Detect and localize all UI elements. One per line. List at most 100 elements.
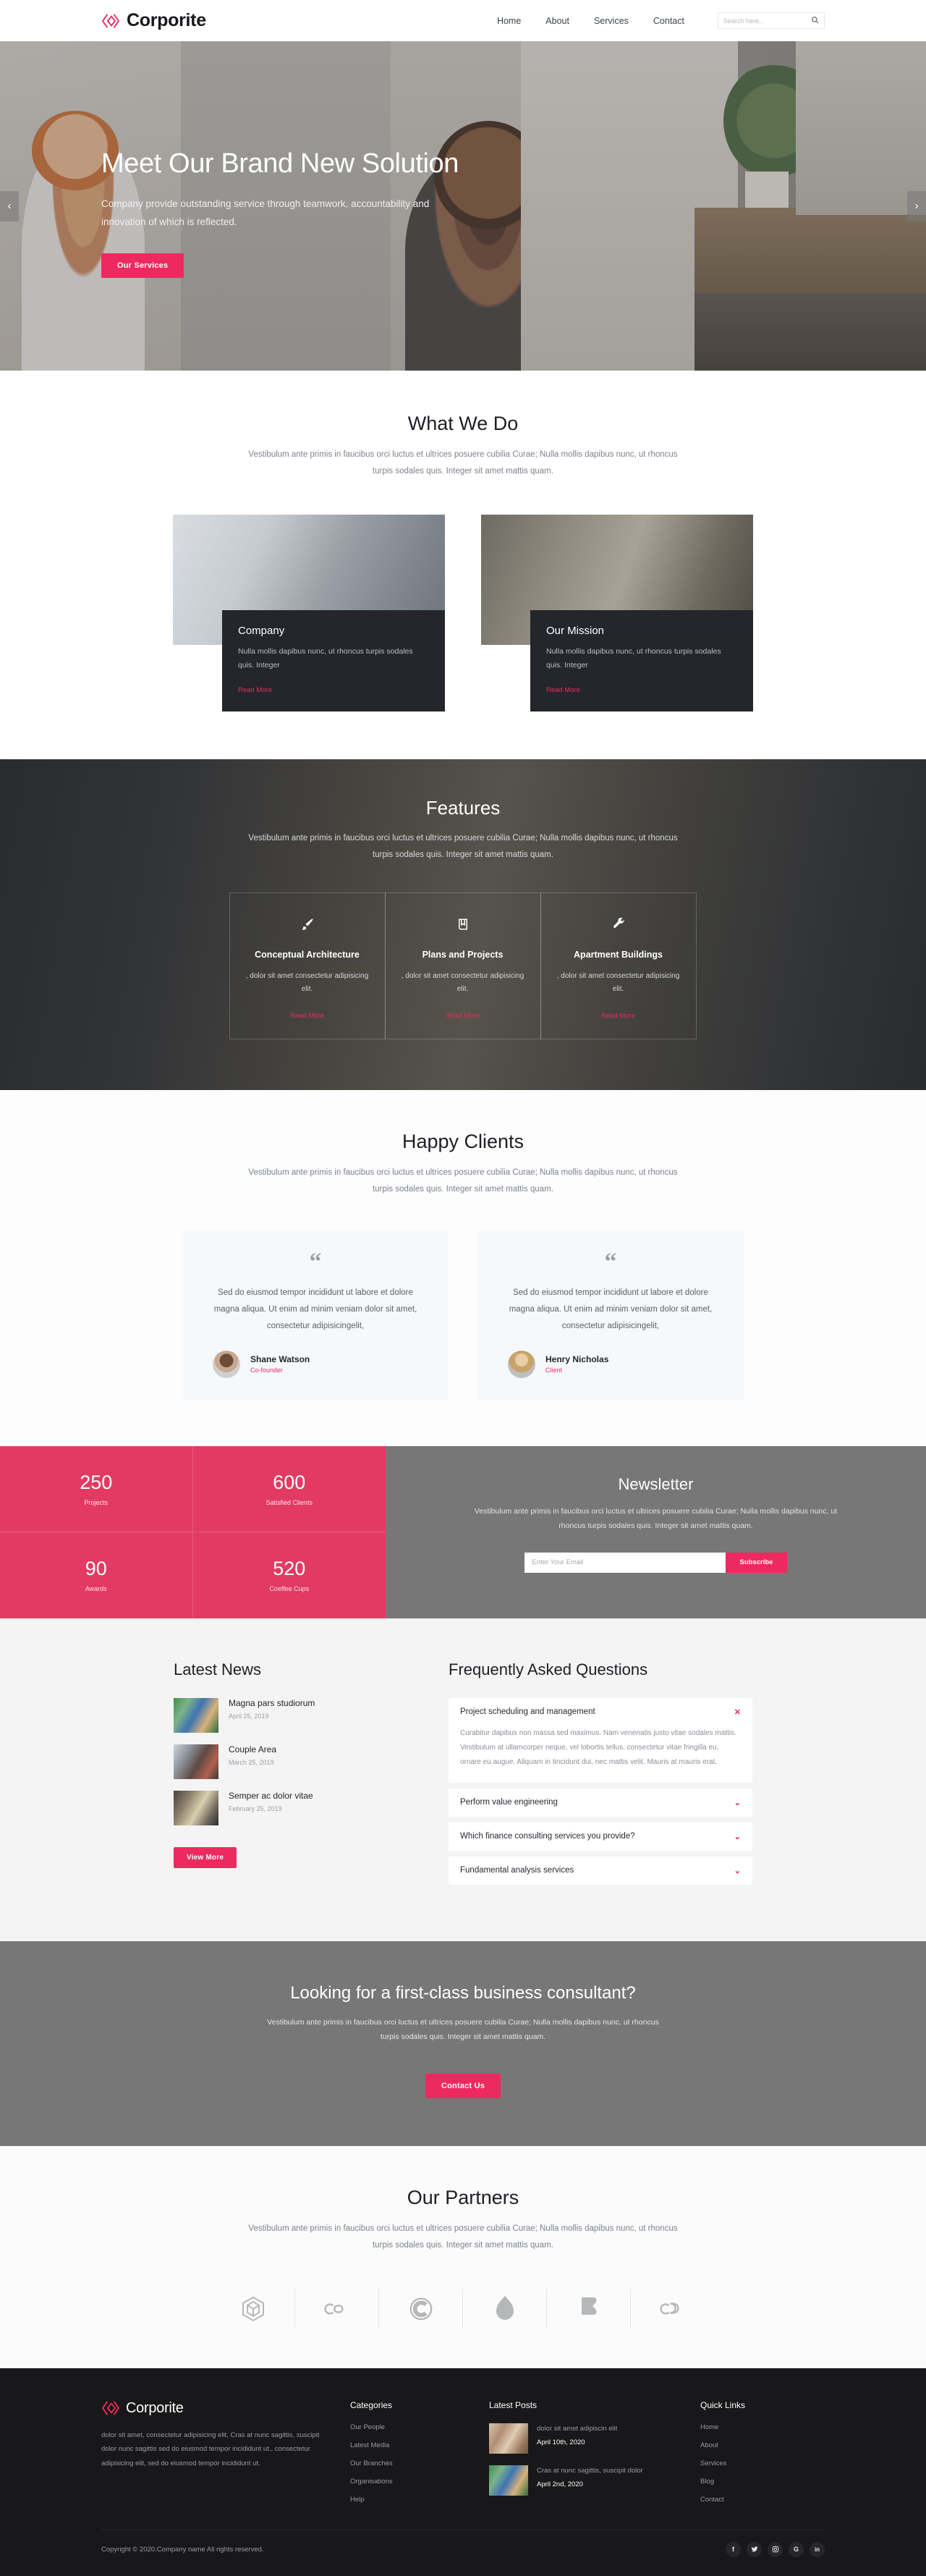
search-icon[interactable]	[811, 14, 819, 28]
list-item[interactable]: Cras at nunc sagittis, suscipit dolor Ap…	[489, 2465, 676, 2496]
joomla-logo-icon[interactable]	[547, 2288, 631, 2329]
feature-card[interactable]: Apartment Buildings , dolor sit amet con…	[540, 892, 697, 1039]
footer-link-about[interactable]: About	[700, 2441, 815, 2449]
quote-icon: “	[309, 1248, 322, 1275]
feature-card[interactable]: Plans and Projects , dolor sit amet cons…	[384, 892, 541, 1039]
faq-question-row[interactable]: Project scheduling and management ✕	[449, 1698, 752, 1726]
cta-section: Looking for a first-class business consu…	[0, 1941, 926, 2146]
news-thumbnail	[174, 1697, 218, 1733]
feature-title: Plans and Projects	[422, 949, 504, 960]
stat-label: Satisfied Clients	[266, 1498, 313, 1506]
footer-link-home[interactable]: Home	[700, 2423, 815, 2431]
drupal-droplet-logo-icon[interactable]	[463, 2288, 547, 2329]
footer-link-help[interactable]: Help	[350, 2496, 464, 2504]
what-we-do-card: Our Mission Nulla mollis dapibus nunc, u…	[481, 515, 753, 711]
faq-title: Frequently Asked Questions	[449, 1660, 648, 1678]
close-icon[interactable]: ✕	[734, 1707, 741, 1717]
features-title: Features	[425, 796, 501, 819]
faq-question: Perform value engineering	[460, 1798, 558, 1807]
what-we-do-subtitle: Vestibulum ante primis in faucibus orci …	[248, 450, 678, 476]
feature-read-more-link[interactable]: Read More	[290, 1012, 324, 1020]
linkedin-icon[interactable]: in	[810, 2541, 825, 2557]
brand-logo[interactable]: Corporite	[101, 10, 206, 31]
cta-title: Looking for a first-class business consu…	[290, 1982, 636, 2003]
stat-label: Awards	[85, 1585, 107, 1593]
facebook-icon[interactable]: f	[726, 2541, 741, 2557]
card-read-more-link[interactable]: Read More	[546, 686, 580, 694]
nav-item-services[interactable]: Services	[594, 16, 629, 26]
list-item[interactable]: Semper ac dolor vitae February 25, 2019	[174, 1790, 398, 1825]
instagram-icon[interactable]	[768, 2541, 783, 2557]
cloud-loop-logo-icon[interactable]	[631, 2289, 715, 2329]
footer-link-our-branches[interactable]: Our Branches	[350, 2459, 464, 2467]
testimonial-role: Client	[545, 1367, 563, 1374]
latest-news-column: Latest News Magna pars studiorum April 2…	[174, 1660, 398, 1891]
newsletter-email-input[interactable]	[524, 1552, 726, 1573]
footer-brand-logo[interactable]: Corporite	[101, 2400, 326, 2417]
list-item[interactable]: dolor sit amet adipiscin elit April 10th…	[489, 2423, 676, 2454]
footer-about-text: dolor sit amet, consectetur adipisicing …	[101, 2431, 320, 2467]
stat-number: 600	[273, 1471, 306, 1493]
card-read-more-link[interactable]: Read More	[238, 686, 272, 694]
features-subtitle: Vestibulum ante primis in faucibus orci …	[248, 833, 678, 859]
chevron-left-icon: ‹	[7, 200, 12, 212]
what-we-do-card: Company Nulla mollis dapibus nunc, ut rh…	[173, 515, 445, 711]
cube-outline-logo-icon[interactable]	[211, 2288, 295, 2329]
quote-icon: “	[604, 1248, 617, 1275]
search-input[interactable]: Search here...	[718, 12, 825, 29]
partners-subtitle: Vestibulum ante primis in faucibus orci …	[248, 2224, 678, 2250]
clients-subtitle: Vestibulum ante primis in faucibus orci …	[248, 1167, 678, 1194]
list-item[interactable]: Magna pars studiorum April 25, 2019	[174, 1697, 398, 1733]
social-links: f G in	[726, 2541, 825, 2557]
feature-read-more-link[interactable]: Read More	[601, 1012, 635, 1020]
contact-us-button[interactable]: Contact Us	[425, 2073, 501, 2098]
list-item[interactable]: Couple Area March 25, 2019	[174, 1744, 398, 1779]
features-section: Features Vestibulum ante primis in fauci…	[0, 759, 926, 1090]
nav-item-about[interactable]: About	[545, 16, 569, 26]
diamond-chevrons-logo-icon	[101, 13, 120, 29]
faq-question: Which finance consulting services you pr…	[460, 1832, 635, 1841]
hero-cta-button[interactable]: Our Services	[101, 253, 184, 278]
footer-link-blog[interactable]: Blog	[700, 2478, 815, 2486]
testimonial-card: “ Sed do eiusmod tempor incididunt ut la…	[182, 1230, 449, 1400]
testimonial-role: Co-founder	[250, 1367, 284, 1374]
faq-question-row[interactable]: Which finance consulting services you pr…	[449, 1823, 752, 1851]
post-text: dolor sit amet adipiscin elit	[537, 2424, 618, 2433]
footer-link-organisations[interactable]: Organisations	[350, 2478, 464, 2486]
brand-name: Corporite	[127, 10, 206, 30]
lastfm-logo-icon[interactable]	[295, 2288, 379, 2329]
paint-brush-icon	[240, 915, 375, 934]
testimonial-name: Henry Nicholas	[545, 1354, 609, 1365]
nav-item-contact[interactable]: Contact	[653, 16, 684, 26]
chevron-down-icon[interactable]: ⌄	[734, 1832, 741, 1841]
carousel-next-button[interactable]: ›	[907, 190, 926, 221]
stat-label: Coeffee Cups	[269, 1585, 310, 1593]
hero-slider: Meet Our Brand New Solution Company prov…	[0, 41, 926, 371]
stat-label: Projects	[84, 1498, 108, 1506]
google-plus-icon[interactable]: G	[789, 2541, 804, 2557]
stat-item: 600 Satisfied Clients	[192, 1446, 386, 1532]
chevron-down-icon[interactable]: ⌄	[734, 1798, 741, 1807]
latest-news-title: Latest News	[174, 1660, 262, 1678]
testimonial-text: Sed do eiusmod tempor incididunt ut labo…	[509, 1288, 713, 1330]
twitter-icon[interactable]	[747, 2541, 762, 2557]
post-date: April 2nd, 2020	[537, 2480, 583, 2488]
faq-item: Fundamental analysis services ⌄	[449, 1856, 752, 1885]
c-circle-logo-icon[interactable]	[379, 2288, 463, 2329]
hero-subtitle: Company provide outstanding service thro…	[101, 198, 430, 227]
carousel-prev-button[interactable]: ‹	[0, 190, 19, 221]
footer-link-our-people[interactable]: Our People	[350, 2423, 464, 2431]
feature-card[interactable]: Conceptual Architecture , dolor sit amet…	[229, 892, 386, 1039]
nav-item-home[interactable]: Home	[497, 16, 521, 26]
footer-link-latest-media[interactable]: Latest Media	[350, 2441, 464, 2449]
footer-link-services[interactable]: Services	[700, 2459, 815, 2467]
card-text: Nulla mollis dapibus nunc, ut rhoncus tu…	[238, 647, 413, 670]
feature-read-more-link[interactable]: Read More	[446, 1012, 480, 1020]
chevron-down-icon[interactable]: ⌄	[734, 1866, 741, 1875]
card-title: Our Mission	[546, 625, 605, 637]
view-more-button[interactable]: View More	[174, 1846, 237, 1868]
faq-question-row[interactable]: Perform value engineering ⌄	[449, 1789, 752, 1817]
footer-link-contact[interactable]: Contact	[700, 2496, 815, 2504]
faq-question-row[interactable]: Fundamental analysis services ⌄	[449, 1857, 752, 1885]
newsletter-subscribe-button[interactable]: Subscribe	[725, 1552, 788, 1573]
